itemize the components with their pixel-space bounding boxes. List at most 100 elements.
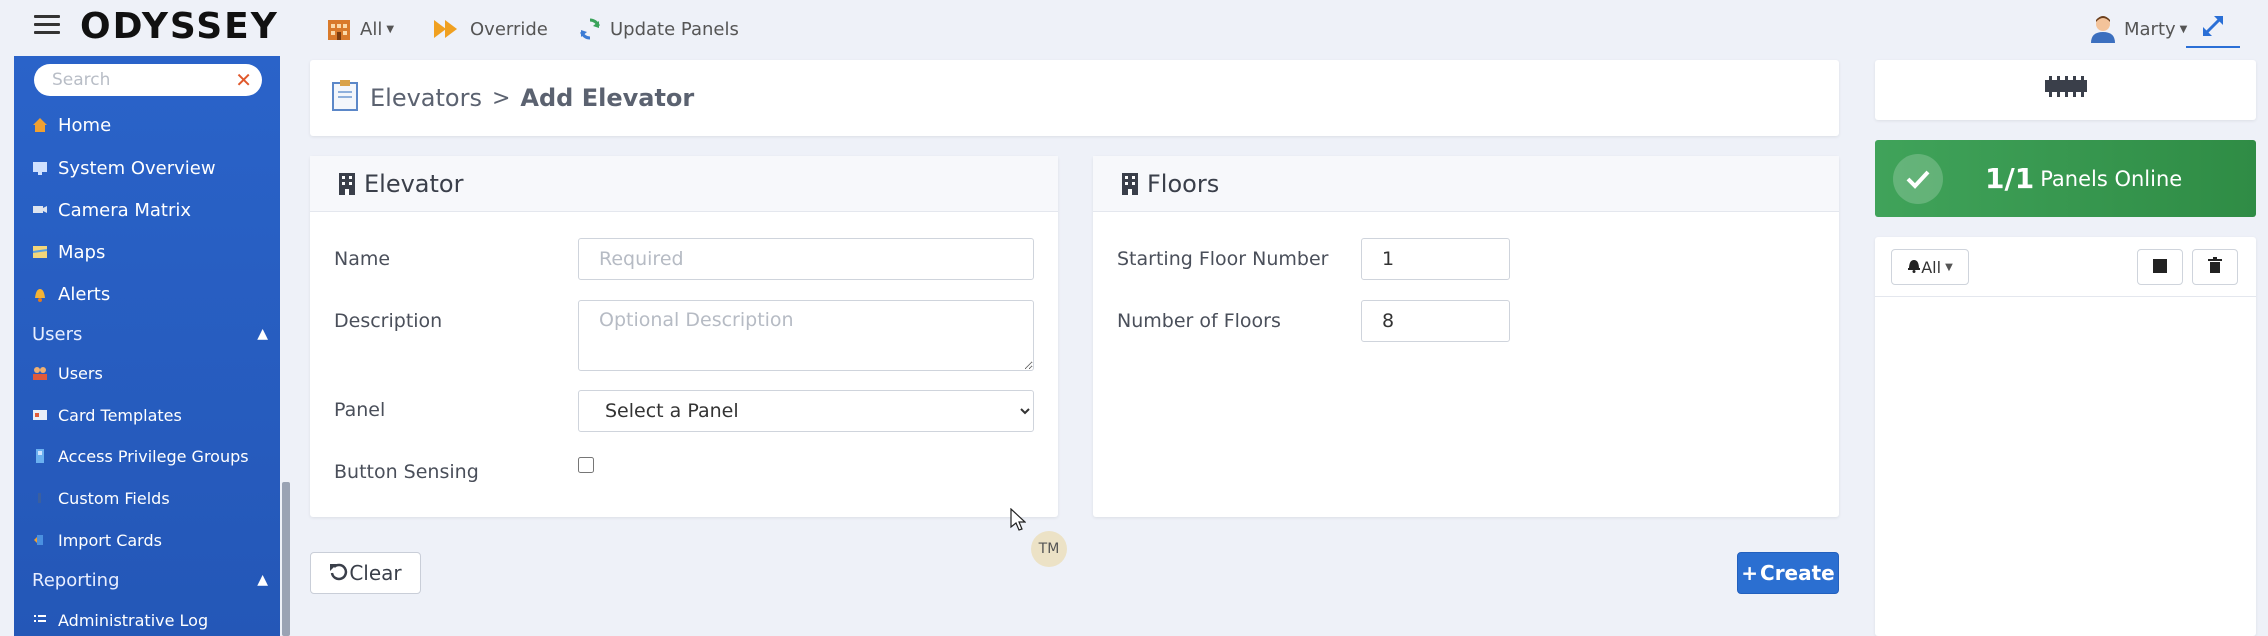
sidebar-item-label: Camera Matrix (58, 199, 192, 221)
top-bar: ODYSSEY All ▼ Override Update Panels Mar… (0, 0, 2268, 56)
sidebar-item-label: Import Cards (58, 530, 162, 550)
description-label: Description (334, 310, 443, 332)
override-button[interactable]: Override (432, 14, 548, 44)
name-field[interactable] (578, 238, 1034, 280)
log-icon (32, 612, 48, 628)
elevator-card-title: Elevator (364, 169, 464, 198)
clear-label: Clear (349, 561, 402, 585)
clear-search-icon[interactable]: ✕ (235, 68, 252, 92)
sidebar-item-label: Home (58, 114, 112, 136)
breadcrumb-elevators-link[interactable]: Elevators (370, 84, 482, 112)
breadcrumb: Elevators > Add Elevator (310, 60, 1839, 136)
sidebar-section-label: Users (32, 323, 83, 345)
update-panels-label: Update Panels (610, 18, 739, 40)
sidebar-search-placeholder: Search (52, 70, 111, 90)
sidebar-item-label: Alerts (58, 283, 111, 305)
building-icon (326, 16, 352, 42)
sidebar-item-label: Users (58, 363, 103, 383)
sidebar-search-input[interactable]: Search ✕ (34, 64, 262, 96)
delete-button[interactable] (2192, 249, 2238, 285)
field-icon (32, 490, 48, 506)
sidebar-item-camera-matrix[interactable]: Camera Matrix (32, 196, 191, 224)
sidebar-item-custom-fields[interactable]: Custom Fields (32, 484, 170, 512)
stop-button[interactable] (2137, 249, 2183, 285)
user-avatar-icon (2090, 15, 2116, 43)
sidebar-item-system-overview[interactable]: System Overview (32, 154, 216, 182)
elevator-card: Elevator Name Description Panel Select a… (310, 156, 1058, 517)
sidebar-scrollbar[interactable] (282, 482, 290, 636)
description-field[interactable] (578, 300, 1034, 371)
hamburger-menu-icon[interactable] (34, 15, 60, 35)
page-title: Add Elevator (520, 84, 695, 112)
home-icon (32, 117, 48, 133)
mouse-cursor-icon (1010, 507, 1027, 536)
sidebar-section-reporting[interactable]: Reporting ▲ (32, 565, 268, 595)
elevator-card-header: Elevator (310, 156, 1058, 212)
starting-floor-field[interactable] (1361, 238, 1510, 280)
panels-online-text: Panels Online (2040, 166, 2183, 191)
breadcrumb-separator: > (491, 85, 511, 111)
sidebar-item-access-privilege-groups[interactable]: Access Privilege Groups (32, 442, 249, 470)
caret-down-icon: ▼ (1945, 261, 1953, 273)
sidebar-section-users[interactable]: Users ▲ (32, 319, 268, 349)
panel-label: Panel (334, 399, 386, 421)
map-icon (32, 244, 48, 260)
floors-card: Floors Starting Floor Number Number of F… (1093, 156, 1839, 517)
system-overview-icon (32, 160, 48, 176)
sidebar-item-alerts[interactable]: Alerts (32, 280, 110, 308)
camera-icon (32, 202, 48, 218)
panels-online-count: 1/1 (1985, 162, 2035, 195)
override-label: Override (470, 18, 548, 40)
sidebar-item-administrative-log[interactable]: Administrative Log (32, 606, 208, 634)
sidebar-item-label: Card Templates (58, 405, 182, 425)
bell-icon (32, 286, 48, 302)
sidebar-section-label: Reporting (32, 569, 120, 591)
clipboard-icon (330, 79, 360, 117)
expand-fullscreen-button[interactable] (2186, 10, 2240, 48)
floors-card-title: Floors (1147, 169, 1220, 198)
expand-arrows-icon (2201, 14, 2225, 42)
button-sensing-label: Button Sensing (334, 461, 479, 483)
building-filter-label: All (360, 18, 383, 40)
caret-down-icon: ▼ (386, 23, 395, 35)
sidebar-item-maps[interactable]: Maps (32, 238, 105, 266)
building-icon (336, 172, 358, 196)
event-filter-dropdown[interactable]: All ▼ (1891, 249, 1969, 285)
sidebar-item-label: Access Privilege Groups (58, 446, 249, 466)
check-icon (1893, 153, 1943, 204)
sidebar-item-label: Maps (58, 241, 106, 263)
sidebar-item-card-templates[interactable]: Card Templates (32, 401, 182, 429)
card-icon (32, 407, 48, 423)
user-menu[interactable]: Marty ▼ (2090, 14, 2187, 44)
events-toolbar: All ▼ (1875, 237, 2256, 297)
tm-badge[interactable]: TM (1031, 531, 1067, 567)
floors-card-header: Floors (1093, 156, 1839, 212)
sidebar-item-label: System Overview (58, 157, 216, 179)
building-icon (1119, 172, 1141, 196)
events-card: All ▼ (1875, 237, 2256, 636)
sidebar-item-label: Custom Fields (58, 488, 170, 508)
undo-icon (329, 561, 349, 586)
import-icon (32, 532, 48, 548)
sidebar-item-import-cards[interactable]: Import Cards (32, 526, 162, 554)
sidebar-item-label: Administrative Log (58, 610, 209, 630)
app-logo: ODYSSEY (80, 6, 279, 47)
user-name: Marty (2124, 18, 2176, 40)
clear-button[interactable]: Clear (310, 552, 421, 594)
sidebar-item-home[interactable]: Home (32, 111, 111, 139)
panels-online-status[interactable]: 1/1 Panels Online (1875, 140, 2256, 217)
building-filter-dropdown[interactable]: All ▼ (326, 14, 394, 44)
chevron-up-icon: ▲ (257, 572, 268, 588)
sidebar-item-users[interactable]: Users (32, 359, 103, 387)
create-label: Create (1760, 561, 1835, 585)
create-button[interactable]: + Create (1737, 552, 1839, 594)
button-sensing-checkbox[interactable] (578, 457, 594, 473)
sidebar: Search ✕ Home System Overview Camera Mat… (14, 56, 280, 636)
plus-icon: + (1741, 561, 1759, 585)
update-panels-button[interactable]: Update Panels (578, 14, 739, 44)
refresh-icon (578, 17, 602, 41)
panel-select[interactable]: Select a Panel (578, 390, 1034, 432)
number-of-floors-field[interactable] (1361, 300, 1510, 342)
stop-icon (2153, 258, 2167, 277)
bell-icon (1907, 257, 1921, 277)
